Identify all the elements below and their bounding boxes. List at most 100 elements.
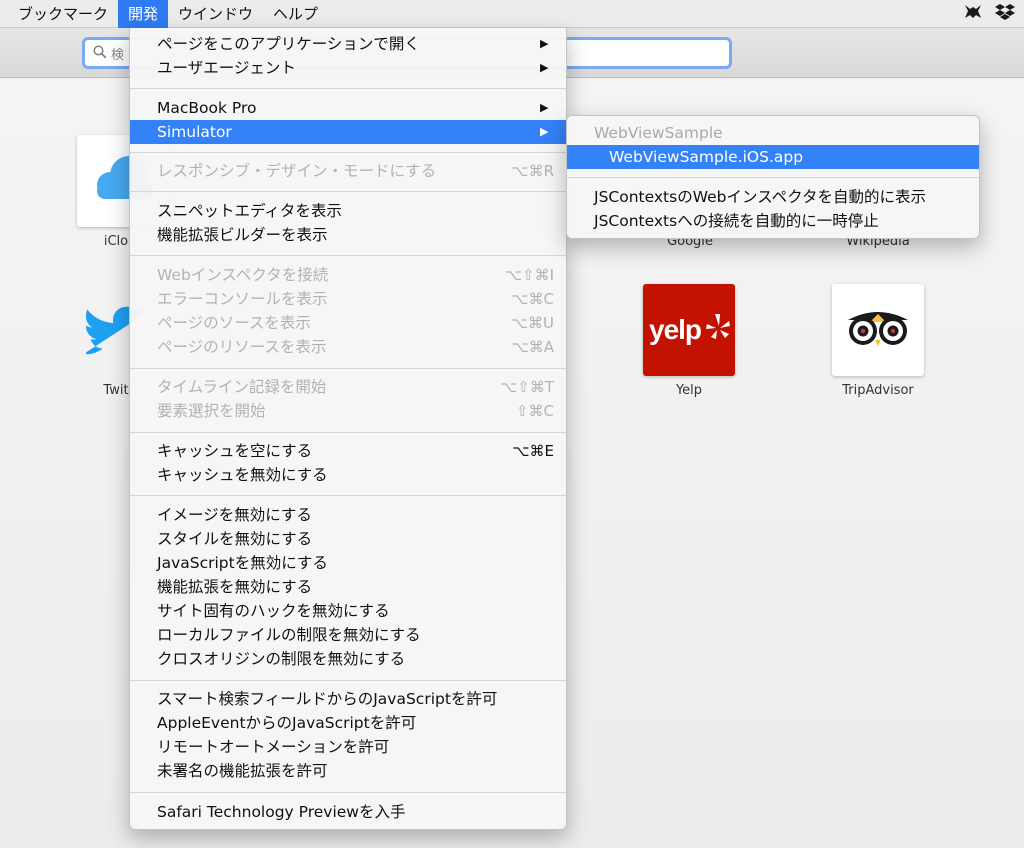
menubar-window[interactable]: ウインドウ — [168, 0, 263, 28]
menu-item-label: Simulator — [157, 123, 232, 141]
menu-item-shortcut: ⌥⌘E — [512, 442, 554, 460]
menu-item-label: Safari Technology Previewを入手 — [157, 803, 406, 821]
menu-item-get-technology-preview[interactable]: Safari Technology Previewを入手 — [130, 800, 566, 824]
menu-item-shortcut: ⌥⌘R — [511, 162, 554, 180]
menu-separator — [130, 495, 566, 496]
menu-item-empty-caches[interactable]: キャッシュを空にする ⌥⌘E — [130, 439, 566, 463]
menu-item-label: MacBook Pro — [157, 99, 257, 117]
menubar-help[interactable]: ヘルプ — [263, 0, 328, 28]
menu-item-label: JavaScriptを無効にする — [157, 554, 328, 572]
menu-item-label: スニペットエディタを表示 — [157, 202, 342, 220]
menu-item-simulator[interactable]: Simulator ▶ — [130, 120, 566, 144]
menu-item-label: 機能拡張を無効にする — [157, 578, 313, 596]
develop-menu: ページをこのアプリケーションで開く ▶ ユーザエージェント ▶ MacBook … — [129, 28, 567, 830]
menu-item-user-agent[interactable]: ユーザエージェント ▶ — [130, 56, 566, 80]
menu-item-start-element-selection: 要素選択を開始 ⇧⌘C — [130, 399, 566, 423]
menu-item-disable-cross-origin-restrictions[interactable]: クロスオリジンの制限を無効にする — [130, 647, 566, 671]
submenu-header-app: WebViewSample — [594, 124, 723, 142]
submenu-arrow-icon: ▶ — [540, 125, 549, 138]
menu-item-label: 機能拡張ビルダーを表示 — [157, 226, 328, 244]
tripadvisor-owl-icon — [832, 312, 924, 376]
menu-item-label: レスポンシブ・デザイン・モードにする — [157, 162, 437, 180]
favorite-tripadvisor[interactable] — [832, 284, 924, 376]
simulator-submenu: WebViewSample WebViewSample.iOS.app JSCo… — [566, 115, 980, 239]
menu-item-label: 要素選択を開始 — [157, 402, 266, 420]
menu-item-allow-js-appleevents[interactable]: AppleEventからのJavaScriptを許可 — [130, 711, 566, 735]
menu-separator — [130, 792, 566, 793]
menu-item-label: AppleEventからのJavaScriptを許可 — [157, 714, 417, 732]
menubar-develop[interactable]: 開発 — [118, 0, 169, 28]
menubar-bookmarks[interactable]: ブックマーク — [0, 0, 118, 28]
menu-item-page-source: ページのソースを表示 ⌥⌘U — [130, 311, 566, 335]
menu-item-shortcut: ⌥⇧⌘T — [499, 378, 554, 396]
menu-item-error-console: エラーコンソールを表示 ⌥⌘C — [130, 287, 566, 311]
menu-item-disable-styles[interactable]: スタイルを無効にする — [130, 527, 566, 551]
bug-icon[interactable] — [962, 3, 984, 25]
yelp-logo-text: yelp — [649, 314, 702, 345]
menu-item-open-page-with[interactable]: ページをこのアプリケーションで開く ▶ — [130, 32, 566, 56]
menu-separator — [130, 432, 566, 433]
menu-item-shortcut: ⌥⇧⌘I — [504, 266, 554, 284]
submenu-item-webviewsample-ios-app[interactable]: WebViewSample.iOS.app — [567, 145, 979, 169]
menu-item-label: サイト固有のハックを無効にする — [157, 602, 390, 620]
menu-separator — [567, 177, 979, 178]
menu-item-label: エラーコンソールを表示 — [157, 290, 328, 308]
menu-item-allow-unsigned-extensions[interactable]: 未署名の機能拡張を許可 — [130, 759, 566, 783]
search-placeholder: 検 — [111, 47, 125, 63]
menu-item-macbook-pro[interactable]: MacBook Pro ▶ — [130, 96, 566, 120]
menu-item-label: クロスオリジンの制限を無効にする — [157, 650, 406, 668]
menu-separator — [130, 88, 566, 89]
submenu-item-auto-show-inspector[interactable]: JSContextsのWebインスペクタを自動的に表示 — [567, 185, 979, 209]
yelp-logo: yelp — [649, 314, 702, 346]
submenu-arrow-icon: ▶ — [540, 61, 549, 74]
menu-item-connect-web-inspector: Webインスペクタを接続 ⌥⇧⌘I — [130, 263, 566, 287]
menu-item-label: ローカルファイルの制限を無効にする — [157, 626, 421, 644]
menu-item-label: Webインスペクタを接続 — [157, 266, 329, 284]
menu-item-snippet-editor[interactable]: スニペットエディタを表示 — [130, 199, 566, 223]
menu-item-allow-js-smart-search[interactable]: スマート検索フィールドからのJavaScriptを許可 — [130, 687, 566, 711]
menu-separator — [130, 368, 566, 369]
menu-item-label: ページをこのアプリケーションで開く — [157, 35, 420, 53]
menu-item-label: スタイルを無効にする — [157, 530, 313, 548]
favorite-label-tripadvisor: TripAdvisor — [842, 383, 914, 398]
menu-item-label: ページのソースを表示 — [157, 314, 311, 332]
menu-item-disable-caches[interactable]: キャッシュを無効にする — [130, 463, 566, 487]
dropbox-icon[interactable] — [994, 3, 1016, 25]
favorite-label-yelp: Yelp — [675, 383, 703, 398]
menu-item-label: タイムライン記録を開始 — [157, 378, 327, 396]
menu-separator — [130, 255, 566, 256]
menu-item-shortcut: ⇧⌘C — [515, 402, 554, 420]
menu-item-shortcut: ⌥⌘A — [511, 338, 554, 356]
menu-item-extension-builder[interactable]: 機能拡張ビルダーを表示 — [130, 223, 566, 247]
submenu-arrow-icon: ▶ — [540, 101, 549, 114]
menu-item-label: イメージを無効にする — [157, 506, 312, 524]
menu-item-responsive-design-mode: レスポンシブ・デザイン・モードにする ⌥⌘R — [130, 159, 566, 183]
menu-separator — [130, 191, 566, 192]
search-icon — [93, 44, 107, 63]
submenu-arrow-icon: ▶ — [540, 37, 549, 50]
menu-item-disable-site-hacks[interactable]: サイト固有のハックを無効にする — [130, 599, 566, 623]
submenu-item-auto-pause-connection[interactable]: JSContextsへの接続を自動的に一時停止 — [567, 209, 979, 233]
menu-item-disable-javascript[interactable]: JavaScriptを無効にする — [130, 551, 566, 575]
menu-item-label: キャッシュを空にする — [157, 442, 313, 460]
menu-item-label: 未署名の機能拡張を許可 — [157, 762, 328, 780]
menu-item-label: ページのリソースを表示 — [157, 338, 327, 356]
menu-separator — [130, 680, 566, 681]
menu-item-disable-images[interactable]: イメージを無効にする — [130, 503, 566, 527]
yelp-burst-icon — [705, 312, 731, 346]
menu-item-start-timeline-recording: タイムライン記録を開始 ⌥⇧⌘T — [130, 375, 566, 399]
menu-item-disable-local-file-restrictions[interactable]: ローカルファイルの制限を無効にする — [130, 623, 566, 647]
menu-item-allow-remote-automation[interactable]: リモートオートメーションを許可 — [130, 735, 566, 759]
menu-separator — [130, 152, 566, 153]
menu-item-page-resources: ページのリソースを表示 ⌥⌘A — [130, 335, 566, 359]
menu-item-disable-extensions[interactable]: 機能拡張を無効にする — [130, 575, 566, 599]
menu-item-label: キャッシュを無効にする — [157, 466, 328, 484]
menu-bar: ブックマーク 開発 ウインドウ ヘルプ — [0, 0, 1024, 28]
status-icons — [962, 0, 1016, 28]
favorite-yelp[interactable]: yelp — [643, 284, 735, 376]
menu-item-label: ユーザエージェント — [157, 59, 296, 77]
menu-item-shortcut: ⌥⌘C — [511, 290, 554, 308]
menu-item-shortcut: ⌥⌘U — [510, 314, 554, 332]
menu-item-label: スマート検索フィールドからのJavaScriptを許可 — [157, 690, 498, 708]
menu-item-label: リモートオートメーションを許可 — [157, 738, 390, 756]
